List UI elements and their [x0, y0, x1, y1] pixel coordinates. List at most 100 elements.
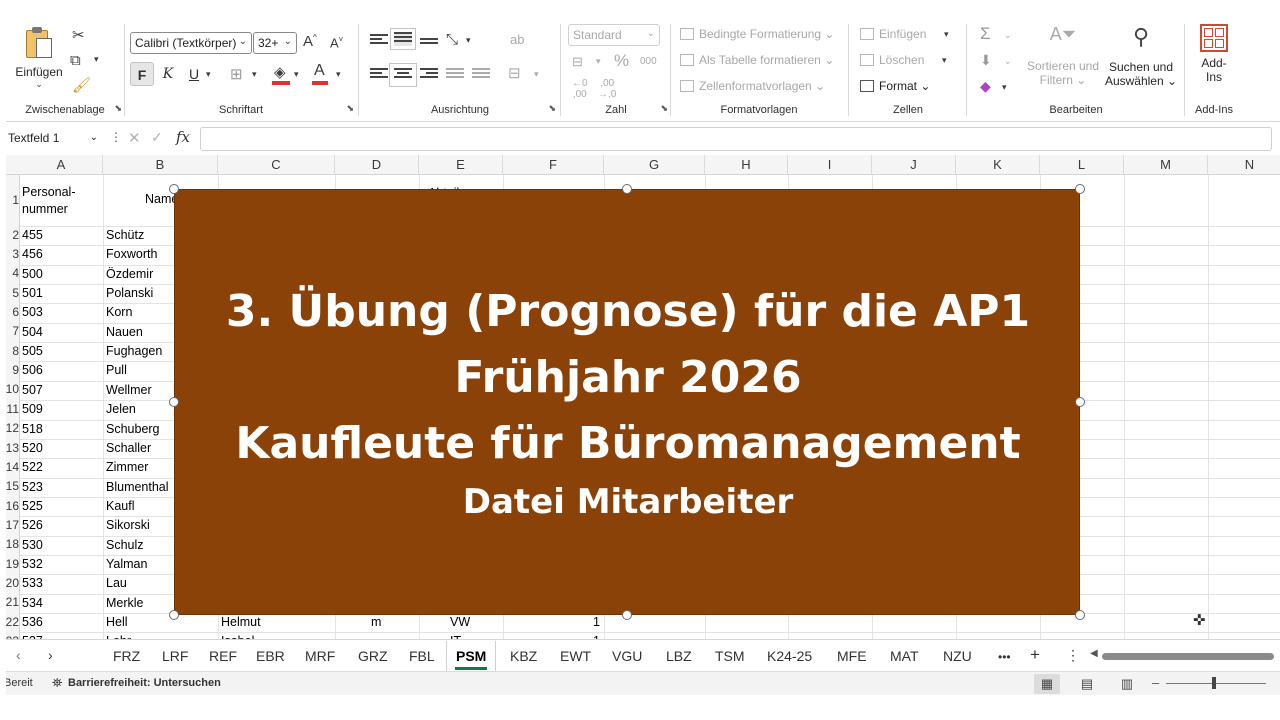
- cell-geschlecht[interactable]: m: [371, 615, 381, 629]
- cell-nr[interactable]: 525: [22, 499, 43, 513]
- zoom-slider[interactable]: [1166, 683, 1266, 684]
- cell-nr[interactable]: 455: [22, 228, 43, 242]
- page-layout-view-icon[interactable]: ▤: [1074, 674, 1100, 694]
- number-launcher-icon[interactable]: ⬊: [660, 103, 668, 114]
- clear-icon[interactable]: ◆: [980, 78, 991, 95]
- resize-handle-left[interactable]: [169, 397, 179, 407]
- sheet-tab-vgu[interactable]: VGU: [612, 648, 642, 664]
- cell-name[interactable]: Korn: [106, 305, 132, 319]
- conditional-formatting-button[interactable]: Bedingte Formatierung ⌄: [680, 27, 834, 41]
- cell-nr[interactable]: 505: [22, 344, 43, 358]
- cell-vorname[interactable]: Helmut: [221, 615, 261, 629]
- cell-name[interactable]: Pull: [106, 363, 127, 377]
- insert-dropdown-icon[interactable]: ▾: [944, 29, 949, 40]
- resize-handle-bottom-left[interactable]: [169, 610, 179, 620]
- cell-nr[interactable]: 522: [22, 460, 43, 474]
- decrease-indent-icon[interactable]: [446, 68, 464, 82]
- align-center-icon[interactable]: [389, 63, 417, 87]
- autosum-dropdown-icon[interactable]: ⌄: [1004, 30, 1012, 41]
- clipboard-launcher-icon[interactable]: ⬊: [114, 103, 122, 114]
- cancel-icon[interactable]: ✕: [128, 129, 141, 147]
- sheet-tab-ref[interactable]: REF: [209, 648, 237, 664]
- sheet-tab-mrf[interactable]: MRF: [305, 648, 335, 664]
- alignment-launcher-icon[interactable]: ⬊: [548, 103, 556, 114]
- cell-name[interactable]: Kaufl: [106, 499, 135, 513]
- cell-nr[interactable]: 523: [22, 480, 43, 494]
- find-select-button[interactable]: ⚲ Suchen und Auswählen ⌄: [1104, 24, 1178, 88]
- cell-name[interactable]: Foxworth: [106, 247, 157, 261]
- page-break-view-icon[interactable]: ▥: [1114, 674, 1140, 694]
- sheet-tab-mfe[interactable]: MFE: [837, 648, 867, 664]
- cell-nr[interactable]: 509: [22, 402, 43, 416]
- decrease-decimal-icon[interactable]: ,00 →,0: [598, 78, 616, 100]
- cell-wert[interactable]: 1: [580, 615, 600, 629]
- cell-name[interactable]: Özdemir: [106, 267, 153, 281]
- font-size-combo[interactable]: 32+ ⌄: [253, 32, 297, 54]
- increase-indent-icon[interactable]: [472, 68, 490, 82]
- font-color-icon[interactable]: A: [314, 62, 325, 80]
- align-right-icon[interactable]: [420, 68, 438, 82]
- addins-button[interactable]: Add- Ins: [1186, 24, 1242, 84]
- column-header-g[interactable]: G: [604, 155, 705, 175]
- underline-button[interactable]: U: [182, 62, 206, 86]
- paste-button[interactable]: Einfügen ⌄: [14, 26, 64, 90]
- cell-nr[interactable]: 536: [22, 615, 43, 629]
- resize-handle-top[interactable]: [622, 184, 632, 194]
- cell-name[interactable]: Schuberg: [106, 422, 160, 436]
- cell-name[interactable]: Schütz: [106, 228, 144, 242]
- cell-name[interactable]: Lau: [106, 576, 127, 590]
- delete-cells-button[interactable]: Löschen: [860, 53, 924, 67]
- sheet-tab-lrf[interactable]: LRF: [162, 648, 188, 664]
- scroll-left-icon[interactable]: ◀: [1090, 648, 1098, 659]
- resize-handle-top-right[interactable]: [1075, 184, 1085, 194]
- name-box[interactable]: Textfeld 1 ⌄: [6, 128, 102, 150]
- column-header-k[interactable]: K: [956, 155, 1040, 175]
- cell-nr[interactable]: 530: [22, 538, 43, 552]
- cell-name[interactable]: Merkle: [106, 596, 144, 610]
- more-options-icon[interactable]: ⋮: [1066, 647, 1080, 664]
- sort-filter-button[interactable]: A⏷ Sortieren und Filtern ⌄: [1026, 24, 1100, 87]
- title-textbox[interactable]: 3. Übung (Prognose) für die AP1 Frühjahr…: [174, 189, 1080, 615]
- add-sheet-button[interactable]: +: [1030, 645, 1040, 665]
- sheet-tab-nzu[interactable]: NZU: [943, 648, 972, 664]
- shrink-font-icon[interactable]: A˅: [330, 35, 343, 50]
- sheet-tab-grz[interactable]: GRZ: [358, 648, 388, 664]
- accessibility-check-button[interactable]: Barrierefreiheit: Untersuchen: [68, 677, 221, 689]
- column-header-l[interactable]: L: [1040, 155, 1124, 175]
- cell-name[interactable]: Nauen: [106, 325, 143, 339]
- column-header-i[interactable]: I: [788, 155, 872, 175]
- number-format-combo[interactable]: Standard ⌄: [568, 24, 660, 46]
- insert-function-button[interactable]: fx: [176, 128, 190, 146]
- resize-handle-bottom-right[interactable]: [1075, 610, 1085, 620]
- fill-dropdown-icon[interactable]: ▾: [294, 69, 299, 80]
- align-middle-icon[interactable]: [390, 28, 416, 50]
- column-header-d[interactable]: D: [335, 155, 419, 175]
- cut-icon[interactable]: ✂: [72, 26, 85, 44]
- normal-view-icon[interactable]: ▦: [1034, 674, 1060, 694]
- sheet-tab-frz[interactable]: FRZ: [113, 648, 140, 664]
- fill-color-icon[interactable]: ◈: [274, 63, 286, 81]
- align-bottom-icon[interactable]: [420, 38, 438, 52]
- sheet-tab-kbz[interactable]: KBZ: [510, 648, 537, 664]
- cell-nr[interactable]: 520: [22, 441, 43, 455]
- confirm-icon[interactable]: ✓: [151, 129, 163, 146]
- cell-nr[interactable]: 507: [22, 383, 43, 397]
- format-cells-button[interactable]: Format ⌄: [860, 79, 930, 93]
- cell-name[interactable]: Polanski: [106, 286, 153, 300]
- more-options-icon[interactable]: ⋮: [110, 130, 122, 144]
- increase-decimal-icon[interactable]: ←0,00: [572, 78, 588, 100]
- zoom-slider-thumb[interactable]: [1212, 677, 1216, 689]
- align-top-icon[interactable]: [370, 34, 388, 48]
- sheet-tab-ebr[interactable]: EBR: [256, 648, 285, 664]
- underline-dropdown-icon[interactable]: ▾: [206, 69, 211, 80]
- header-personalnummer[interactable]: Personal-nummer: [22, 184, 76, 218]
- merge-dropdown-icon[interactable]: ▾: [534, 69, 539, 80]
- wrap-text-icon[interactable]: ab: [510, 32, 524, 47]
- cell-name[interactable]: Sikorski: [106, 518, 150, 532]
- cell-abteilung[interactable]: VW: [450, 615, 470, 629]
- resize-handle-bottom[interactable]: [622, 610, 632, 620]
- thousands-button[interactable]: 000: [640, 56, 657, 67]
- cell-name[interactable]: Schaller: [106, 441, 151, 455]
- cell-nr[interactable]: 456: [22, 247, 43, 261]
- cell-name[interactable]: Hell: [106, 615, 128, 629]
